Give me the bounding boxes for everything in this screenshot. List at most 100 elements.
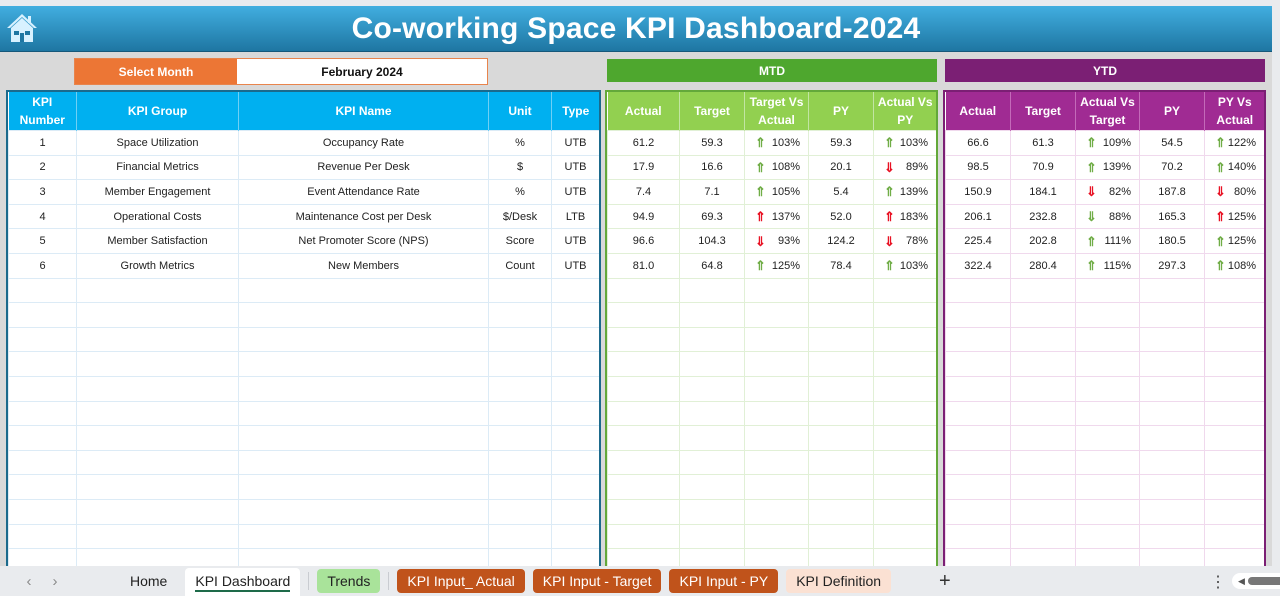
empty-cell[interactable]	[551, 277, 599, 304]
empty-cell[interactable]	[76, 498, 239, 525]
empty-cell[interactable]	[1204, 474, 1264, 500]
empty-cell[interactable]	[488, 449, 552, 476]
empty-cell[interactable]	[945, 400, 1011, 427]
empty-cell[interactable]	[488, 326, 552, 353]
empty-cell[interactable]	[945, 449, 1011, 476]
empty-cell[interactable]	[945, 302, 1011, 328]
empty-cell[interactable]	[8, 548, 77, 566]
empty-cell[interactable]	[488, 375, 552, 402]
empty-cell[interactable]	[1010, 548, 1076, 566]
empty-cell[interactable]	[238, 400, 489, 427]
empty-cell[interactable]	[873, 375, 936, 402]
empty-cell[interactable]	[945, 523, 1011, 550]
empty-cell[interactable]	[551, 400, 599, 427]
tab-kpi-input-actual[interactable]: KPI Input_ Actual	[397, 569, 525, 593]
empty-cell[interactable]	[1139, 498, 1205, 525]
empty-cell[interactable]	[8, 277, 77, 304]
empty-cell[interactable]	[744, 302, 809, 328]
empty-cell[interactable]	[808, 449, 874, 476]
empty-cell[interactable]	[1010, 351, 1076, 377]
empty-cell[interactable]	[76, 523, 239, 550]
empty-cell[interactable]	[551, 302, 599, 328]
empty-cell[interactable]	[945, 548, 1011, 566]
empty-cell[interactable]	[76, 400, 239, 427]
empty-cell[interactable]	[551, 498, 599, 525]
empty-cell[interactable]	[808, 523, 874, 550]
tab-kpi-input-target[interactable]: KPI Input - Target	[532, 569, 662, 593]
empty-cell[interactable]	[1075, 326, 1140, 353]
empty-cell[interactable]	[873, 449, 936, 476]
empty-cell[interactable]	[679, 400, 745, 427]
empty-cell[interactable]	[8, 449, 77, 476]
empty-cell[interactable]	[76, 548, 239, 566]
more-options-icon[interactable]: ⋮	[1210, 572, 1226, 592]
empty-cell[interactable]	[238, 523, 489, 550]
empty-cell[interactable]	[551, 474, 599, 500]
empty-cell[interactable]	[679, 351, 745, 377]
empty-cell[interactable]	[551, 326, 599, 353]
empty-cell[interactable]	[1075, 302, 1140, 328]
empty-cell[interactable]	[8, 474, 77, 500]
empty-cell[interactable]	[238, 277, 489, 304]
empty-cell[interactable]	[1075, 375, 1140, 402]
empty-cell[interactable]	[1010, 277, 1076, 304]
empty-cell[interactable]	[1204, 326, 1264, 353]
scrollbar-thumb[interactable]	[1248, 577, 1280, 585]
empty-cell[interactable]	[679, 326, 745, 353]
empty-cell[interactable]	[488, 302, 552, 328]
empty-cell[interactable]	[744, 425, 809, 451]
empty-cell[interactable]	[1204, 548, 1264, 566]
empty-cell[interactable]	[488, 523, 552, 550]
empty-cell[interactable]	[8, 425, 77, 451]
empty-cell[interactable]	[808, 425, 874, 451]
empty-cell[interactable]	[744, 326, 809, 353]
empty-cell[interactable]	[1204, 375, 1264, 402]
empty-cell[interactable]	[1139, 425, 1205, 451]
empty-cell[interactable]	[1075, 277, 1140, 304]
empty-cell[interactable]	[945, 277, 1011, 304]
empty-cell[interactable]	[744, 523, 809, 550]
empty-cell[interactable]	[1139, 474, 1205, 500]
empty-cell[interactable]	[607, 277, 680, 304]
home-icon[interactable]	[4, 10, 40, 46]
empty-cell[interactable]	[945, 351, 1011, 377]
empty-cell[interactable]	[488, 400, 552, 427]
empty-cell[interactable]	[744, 400, 809, 427]
empty-cell[interactable]	[607, 351, 680, 377]
month-dropdown[interactable]: February 2024	[237, 59, 487, 84]
empty-cell[interactable]	[744, 375, 809, 402]
empty-cell[interactable]	[607, 498, 680, 525]
tab-trends[interactable]: Trends	[317, 569, 381, 593]
empty-cell[interactable]	[551, 425, 599, 451]
tab-kpi-dashboard[interactable]: KPI Dashboard	[185, 568, 301, 596]
scroll-left-icon[interactable]: ◀	[1238, 576, 1245, 587]
empty-cell[interactable]	[238, 375, 489, 402]
month-selector[interactable]: Select Month February 2024	[74, 58, 488, 85]
empty-cell[interactable]	[679, 425, 745, 451]
empty-cell[interactable]	[8, 498, 77, 525]
empty-cell[interactable]	[607, 375, 680, 402]
empty-cell[interactable]	[744, 498, 809, 525]
empty-cell[interactable]	[1139, 277, 1205, 304]
empty-cell[interactable]	[8, 351, 77, 377]
empty-cell[interactable]	[1139, 326, 1205, 353]
empty-cell[interactable]	[1204, 277, 1264, 304]
empty-cell[interactable]	[1139, 400, 1205, 427]
empty-cell[interactable]	[76, 425, 239, 451]
empty-cell[interactable]	[679, 277, 745, 304]
empty-cell[interactable]	[1139, 302, 1205, 328]
empty-cell[interactable]	[1139, 548, 1205, 566]
empty-cell[interactable]	[488, 277, 552, 304]
empty-cell[interactable]	[873, 351, 936, 377]
empty-cell[interactable]	[1010, 375, 1076, 402]
empty-cell[interactable]	[607, 523, 680, 550]
empty-cell[interactable]	[8, 400, 77, 427]
empty-cell[interactable]	[76, 474, 239, 500]
empty-cell[interactable]	[551, 375, 599, 402]
empty-cell[interactable]	[607, 548, 680, 566]
empty-cell[interactable]	[8, 523, 77, 550]
empty-cell[interactable]	[238, 302, 489, 328]
empty-cell[interactable]	[551, 523, 599, 550]
empty-cell[interactable]	[551, 548, 599, 566]
empty-cell[interactable]	[238, 498, 489, 525]
